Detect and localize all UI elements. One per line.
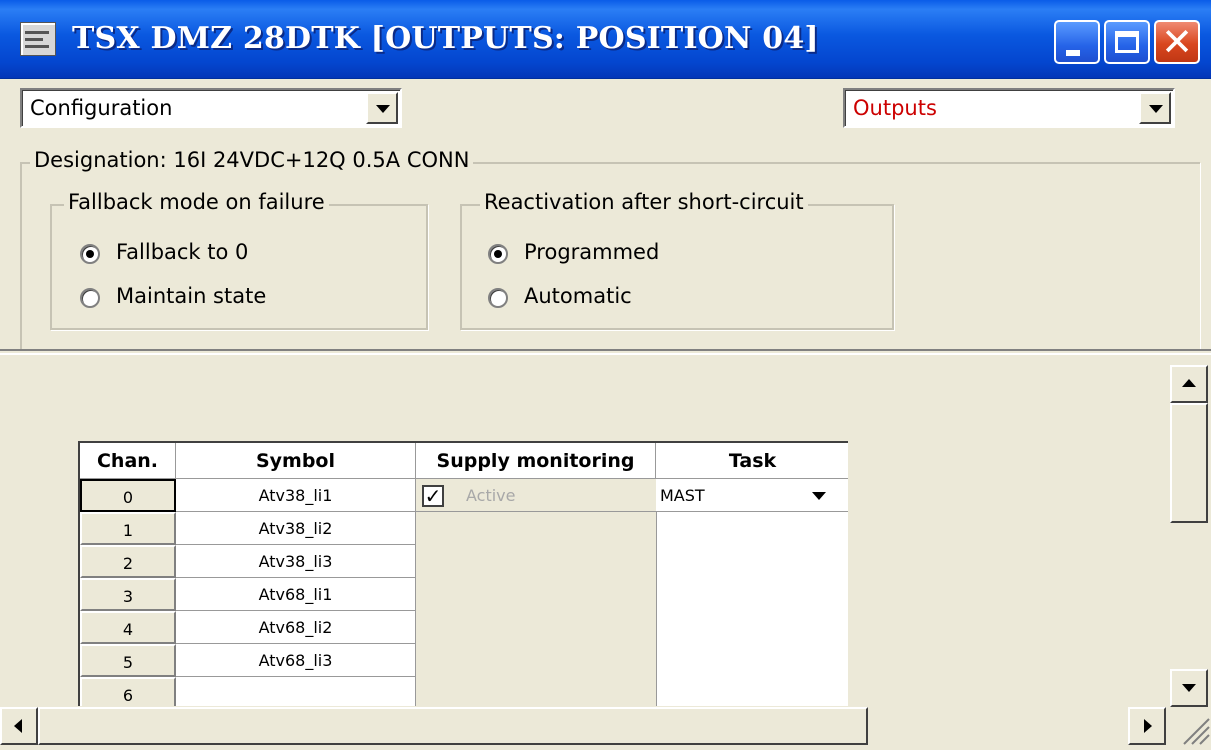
scroll-left-button[interactable] — [0, 707, 38, 745]
arrow-right-icon — [1144, 719, 1152, 733]
arrow-down-icon — [1182, 684, 1196, 692]
symbol-cell-3[interactable]: Atv68_li1 — [176, 578, 416, 611]
chevron-down-icon[interactable] — [812, 492, 826, 500]
col-header-chan[interactable]: Chan. — [80, 443, 176, 479]
row-header-4[interactable]: 4 — [80, 611, 176, 644]
symbol-cell-1[interactable]: Atv38_li2 — [176, 512, 416, 545]
row-header-0[interactable]: 0 — [80, 479, 176, 512]
chevron-down-icon[interactable] — [366, 92, 398, 124]
automatic-radio[interactable] — [488, 288, 508, 308]
task-value: MAST — [660, 486, 705, 505]
maintain-state-radio[interactable] — [80, 288, 100, 308]
fallback-to-0-radio[interactable] — [80, 244, 100, 264]
section-select-value: Outputs — [853, 96, 937, 120]
row-header-2[interactable]: 2 — [80, 545, 176, 578]
supply-monitoring-label: Active — [466, 486, 516, 505]
title-bar[interactable]: TSX DMZ 28DTK [OUTPUTS: POSITION 04] ✕ — [0, 0, 1211, 79]
app-icon — [20, 22, 56, 56]
symbol-cell-0[interactable]: Atv38_li1 — [176, 479, 416, 512]
scroll-up-button[interactable] — [1170, 365, 1208, 403]
reactivation-legend: Reactivation after short-circuit — [480, 190, 808, 214]
scroll-down-button[interactable] — [1170, 669, 1208, 707]
view-select-value: Configuration — [30, 96, 173, 120]
designation-label: Designation: 16I 24VDC+12Q 0.5A CONN — [30, 148, 474, 172]
fallback-legend: Fallback mode on failure — [64, 190, 329, 214]
symbol-cell-2[interactable]: Atv38_li3 — [176, 545, 416, 578]
row-header-3[interactable]: 3 — [80, 578, 176, 611]
minimize-icon — [1066, 50, 1080, 56]
task-cell[interactable]: MAST — [656, 479, 848, 512]
splitter[interactable] — [0, 349, 1211, 355]
col-header-symbol[interactable]: Symbol — [176, 443, 416, 479]
horizontal-scrollbar[interactable] — [0, 706, 1168, 746]
reactivation-group: Reactivation after short-circuit Program… — [460, 190, 894, 330]
symbol-cell-4[interactable]: Atv68_li2 — [176, 611, 416, 644]
section-select[interactable]: Outputs — [843, 88, 1175, 128]
chevron-down-icon[interactable] — [1139, 92, 1171, 124]
view-select[interactable]: Configuration — [20, 88, 402, 128]
scroll-right-button[interactable] — [1128, 707, 1166, 745]
row-header-5[interactable]: 5 — [80, 644, 176, 677]
arrow-up-icon — [1182, 379, 1196, 387]
minimize-button[interactable] — [1054, 20, 1100, 64]
close-icon: ✕ — [1161, 20, 1193, 64]
maximize-icon — [1115, 31, 1139, 53]
supply-monitoring-checkbox[interactable]: ✓ — [422, 485, 444, 507]
scroll-thumb[interactable] — [1170, 403, 1208, 523]
arrow-left-icon — [14, 719, 22, 733]
automatic-label: Automatic — [524, 284, 632, 308]
fallback-to-0-label: Fallback to 0 — [116, 240, 249, 264]
vertical-scrollbar[interactable] — [1168, 357, 1211, 725]
channel-table: Chan. Symbol Supply monitoring Task 0 At… — [78, 441, 848, 713]
row-header-1[interactable]: 1 — [80, 512, 176, 545]
scroll-thumb-horizontal[interactable] — [38, 707, 868, 745]
programmed-radio[interactable] — [488, 244, 508, 264]
col-header-task[interactable]: Task — [656, 443, 848, 479]
maintain-state-label: Maintain state — [116, 284, 267, 308]
maximize-button[interactable] — [1104, 20, 1150, 64]
supply-monitoring-cell: ✓ Active — [416, 479, 656, 713]
programmed-label: Programmed — [524, 240, 660, 264]
resize-grip-icon[interactable] — [1170, 706, 1211, 746]
close-button[interactable]: ✕ — [1154, 20, 1200, 64]
fallback-group: Fallback mode on failure Fallback to 0 M… — [50, 190, 428, 330]
supply-monitoring-row: ✓ Active — [416, 479, 656, 512]
window-title: TSX DMZ 28DTK [OUTPUTS: POSITION 04] — [72, 21, 819, 56]
col-header-supply[interactable]: Supply monitoring — [416, 443, 656, 479]
column-divider — [656, 479, 657, 713]
symbol-cell-5[interactable]: Atv68_li3 — [176, 644, 416, 677]
